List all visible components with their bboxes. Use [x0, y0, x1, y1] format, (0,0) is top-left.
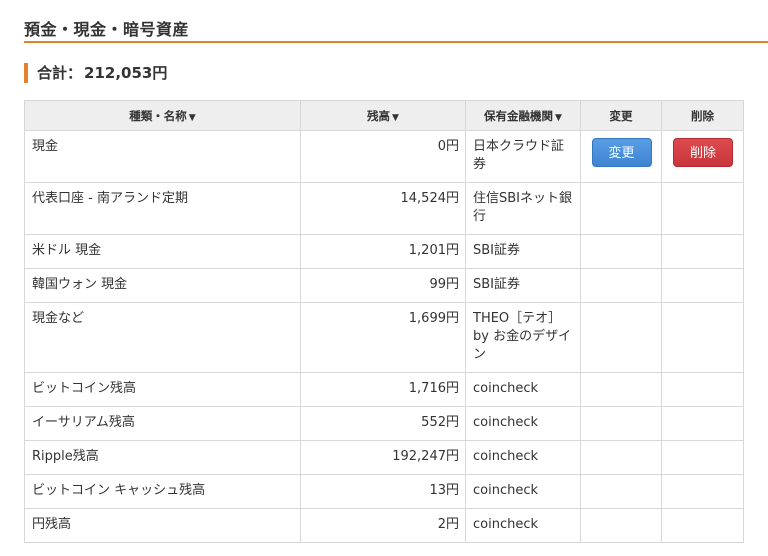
asset-institution: coincheck — [465, 508, 581, 543]
delete-cell — [661, 372, 744, 407]
asset-institution: SBI証券 — [465, 268, 581, 303]
table-row: 米ドル 現金 1,201円 SBI証券 — [24, 234, 744, 269]
table-row: 韓国ウォン 現金 99円 SBI証券 — [24, 268, 744, 303]
asset-institution: 日本クラウド証券 — [465, 130, 581, 183]
edit-button[interactable]: 変更 — [591, 138, 652, 167]
table-row: ビットコイン残高 1,716円 coincheck — [24, 372, 744, 407]
column-header-name-label: 種類・名称 — [129, 108, 187, 123]
column-header-name[interactable]: 種類・名称 ▼ — [24, 100, 301, 131]
asset-balance: 1,716円 — [300, 372, 466, 407]
asset-name: 米ドル 現金 — [24, 234, 301, 269]
asset-name: 現金 — [24, 130, 301, 183]
asset-name: イーサリアム残高 — [24, 406, 301, 441]
asset-name: Ripple残高 — [24, 440, 301, 475]
sort-desc-icon: ▼ — [392, 112, 399, 123]
asset-balance: 99円 — [300, 268, 466, 303]
asset-balance: 552円 — [300, 406, 466, 441]
delete-cell: 削除 — [661, 130, 744, 183]
column-header-institution-label: 保有金融機関 — [484, 108, 554, 123]
asset-institution: THEO［テオ］by お金のデザイン — [465, 302, 581, 373]
asset-balance: 14,524円 — [300, 182, 466, 235]
assets-table: 種類・名称 ▼ 残高 ▼ 保有金融機関 ▼ 変更 削除 現金 0円 日本クラウド証券 … — [24, 100, 744, 543]
asset-balance: 1,201円 — [300, 234, 466, 269]
table-row: 現金など 1,699円 THEO［テオ］by お金のデザイン — [24, 302, 744, 373]
delete-cell — [661, 406, 744, 441]
asset-name: 現金など — [24, 302, 301, 373]
asset-institution: coincheck — [465, 440, 581, 475]
asset-balance: 192,247円 — [300, 440, 466, 475]
edit-cell — [580, 182, 662, 235]
delete-cell — [661, 302, 744, 373]
sort-desc-icon: ▼ — [188, 112, 196, 123]
total-accent-bar — [24, 62, 28, 83]
asset-name: ビットコイン キャッシュ残高 — [24, 474, 301, 509]
asset-institution: coincheck — [465, 406, 581, 441]
total-summary: 合計： 212,053円 — [24, 62, 167, 83]
asset-institution: coincheck — [465, 372, 581, 407]
table-row: ビットコイン キャッシュ残高 13円 coincheck — [24, 474, 744, 509]
edit-cell — [580, 440, 662, 475]
asset-balance: 13円 — [300, 474, 466, 509]
delete-cell — [661, 474, 744, 509]
sort-desc-icon: ▼ — [555, 112, 562, 123]
total-value: 212,053円 — [84, 64, 168, 82]
edit-cell — [580, 234, 662, 269]
asset-institution: 住信SBIネット銀行 — [465, 182, 581, 235]
asset-balance: 0円 — [300, 130, 466, 183]
delete-cell — [661, 182, 744, 235]
column-header-balance-label: 残高 — [367, 108, 391, 123]
section-title: 預金・現金・暗号資産 — [24, 20, 190, 39]
column-header-balance[interactable]: 残高 ▼ — [300, 100, 466, 131]
table-row: Ripple残高 192,247円 coincheck — [24, 440, 744, 475]
edit-cell — [580, 302, 662, 373]
column-header-edit: 変更 — [580, 100, 662, 131]
edit-cell — [580, 474, 662, 509]
delete-cell — [661, 234, 744, 269]
edit-cell — [580, 268, 662, 303]
edit-cell: 変更 — [580, 130, 662, 183]
table-row: 現金 0円 日本クラウド証券 変更 削除 — [24, 130, 744, 183]
edit-cell — [580, 372, 662, 407]
delete-button[interactable]: 削除 — [673, 138, 733, 167]
title-divider — [24, 41, 768, 43]
table-header-row: 種類・名称 ▼ 残高 ▼ 保有金融機関 ▼ 変更 削除 — [24, 100, 744, 131]
table-row: 円残高 2円 coincheck — [24, 508, 744, 543]
column-header-delete: 削除 — [661, 100, 744, 131]
asset-balance: 2円 — [300, 508, 466, 543]
asset-institution: SBI証券 — [465, 234, 581, 269]
edit-cell — [580, 406, 662, 441]
asset-name: ビットコイン残高 — [24, 372, 301, 407]
table-row: イーサリアム残高 552円 coincheck — [24, 406, 744, 441]
delete-cell — [661, 508, 744, 543]
asset-name: 円残高 — [24, 508, 301, 543]
table-row: 代表口座 - 南アランド定期 14,524円 住信SBIネット銀行 — [24, 182, 744, 235]
asset-balance: 1,699円 — [300, 302, 466, 373]
column-header-institution[interactable]: 保有金融機関 ▼ — [465, 100, 581, 131]
delete-cell — [661, 440, 744, 475]
asset-institution: coincheck — [465, 474, 581, 509]
asset-name: 代表口座 - 南アランド定期 — [24, 182, 301, 235]
edit-cell — [580, 508, 662, 543]
asset-name: 韓国ウォン 現金 — [24, 268, 301, 303]
total-label: 合計： — [37, 64, 83, 82]
delete-cell — [661, 268, 744, 303]
